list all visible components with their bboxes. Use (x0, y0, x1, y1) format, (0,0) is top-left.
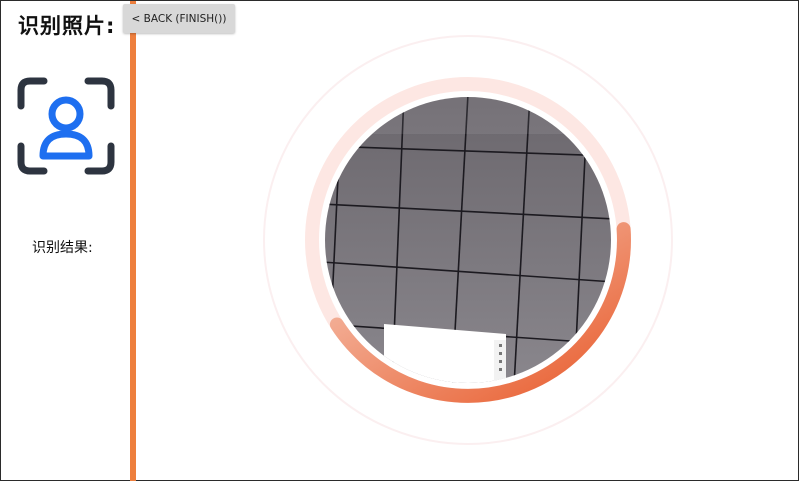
camera-progress-ring (263, 35, 673, 445)
back-finish-button[interactable]: < BACK (FINISH()) (123, 4, 235, 33)
result-label: 识别结果: (32, 240, 93, 256)
face-scan-icon (16, 76, 116, 176)
camera-preview-area (262, 34, 674, 446)
panel-divider (130, 1, 136, 481)
left-panel: 识别照片: 识别结果: (2, 2, 130, 480)
page-title: 识别照片: (18, 14, 116, 38)
